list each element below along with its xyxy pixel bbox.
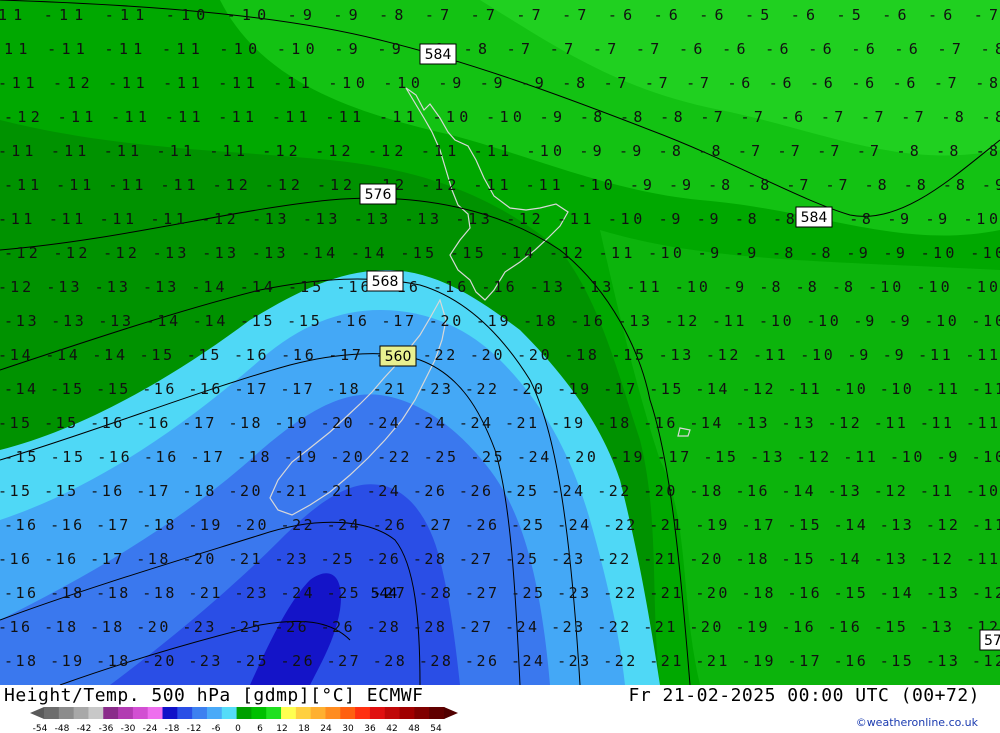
legend-swatch bbox=[118, 707, 134, 719]
valid-time: Fr 21-02-2025 00:00 UTC (00+72) bbox=[628, 685, 980, 706]
weather-map: 11 -11 -11 -10 -10 -9 -9 -8 -7 -7 -7 -7 … bbox=[0, 0, 1000, 685]
height-label-584b: 584 bbox=[795, 206, 833, 228]
credit-text: ©weatheronline.co.uk bbox=[855, 716, 978, 729]
legend-labels: -54 -48 -42 -36 -30 -24 -18 -12 -6 0 6 12 18 24 30 36 42… bbox=[33, 724, 442, 733]
legend-bar bbox=[30, 707, 458, 719]
color-legend: -54 -48 -42 -36 -30 -24 -18 -12 -6 0 6 12 18 24 30 36 42… bbox=[30, 707, 458, 733]
temperature-row: -11 -11 -11 -11 -12 -12 -12 -12 -12 -11 … bbox=[4, 176, 1000, 194]
height-label-57: 57 bbox=[979, 629, 1000, 651]
legend-label: -54 bbox=[33, 724, 48, 733]
legend-label: 24 bbox=[320, 724, 332, 733]
temperature-row: -18 -19 -18 -20 -23 -25 -26 -27 -28 -28 … bbox=[4, 652, 1000, 670]
legend-label: 0 bbox=[235, 724, 241, 733]
legend-swatch bbox=[266, 707, 282, 719]
temperature-row: -12 -11 -11 -11 -11 -11 -11 -11 -10 -10 … bbox=[4, 108, 1000, 126]
height-label-576: 576 bbox=[359, 183, 397, 205]
legend-swatch bbox=[369, 707, 386, 719]
legend-label: 54 bbox=[430, 724, 442, 733]
legend-label: -24 bbox=[143, 724, 158, 733]
legend-swatch bbox=[132, 707, 149, 719]
legend-label: -42 bbox=[77, 724, 92, 733]
height-label: 576 bbox=[365, 187, 392, 203]
legend-swatch bbox=[177, 707, 193, 719]
temperature-row: -12 -13 -13 -13 -14 -14 -15 -16 -16 -16 … bbox=[0, 278, 998, 296]
height-label: 584 bbox=[425, 47, 452, 63]
legend-arrow-left bbox=[30, 707, 44, 719]
legend-swatch bbox=[251, 707, 267, 719]
height-label: 568 bbox=[372, 274, 399, 290]
legend-label: 12 bbox=[276, 724, 287, 733]
height-label: 57 bbox=[984, 633, 1000, 649]
height-label: 544 bbox=[371, 586, 398, 602]
legend-label: -48 bbox=[55, 724, 70, 733]
footer: Height/Temp. 500 hPa [gdmp][°C] ECMWF Fr… bbox=[0, 685, 1000, 733]
legend-arrow-right bbox=[444, 707, 458, 719]
legend-swatch bbox=[429, 707, 445, 719]
legend-swatch bbox=[414, 707, 430, 719]
legend-label: -18 bbox=[165, 724, 180, 733]
legend-swatch bbox=[192, 707, 208, 719]
legend-swatch bbox=[236, 707, 252, 719]
legend-label: -6 bbox=[212, 724, 221, 733]
legend-label: 18 bbox=[298, 724, 310, 733]
height-label-544: 544 bbox=[371, 586, 398, 602]
legend-swatch bbox=[88, 707, 104, 719]
legend-swatch bbox=[58, 707, 75, 719]
map-canvas: 11 -11 -11 -10 -10 -9 -9 -8 -7 -7 -7 -7 … bbox=[0, 0, 1000, 685]
temperature-row: -14 -15 -15 -16 -16 -17 -17 -18 -21 -23 … bbox=[4, 380, 1000, 398]
map-title: Height/Temp. 500 hPa [gdmp][°C] ECMWF bbox=[4, 685, 424, 706]
legend-swatch bbox=[44, 707, 60, 719]
temperature-row: -12 -12 -12 -13 -13 -13 -14 -14 -15 -15 … bbox=[4, 244, 1000, 262]
legend-swatch bbox=[295, 707, 312, 719]
height-label: 560 bbox=[385, 349, 412, 365]
height-label-584a: 584 bbox=[419, 43, 457, 65]
legend-label: -12 bbox=[187, 724, 202, 733]
legend-swatch bbox=[221, 707, 238, 719]
legend-swatch bbox=[325, 707, 341, 719]
legend-swatch bbox=[399, 707, 415, 719]
legend-label: 36 bbox=[364, 724, 376, 733]
legend-swatch bbox=[103, 707, 119, 719]
legend-swatch bbox=[340, 707, 356, 719]
legend-label: 48 bbox=[408, 724, 420, 733]
height-label-568: 568 bbox=[366, 270, 404, 292]
legend-label: -36 bbox=[99, 724, 114, 733]
legend-label: -30 bbox=[121, 724, 136, 733]
legend-swatch bbox=[281, 707, 297, 719]
legend-swatch bbox=[310, 707, 326, 719]
legend-label: 42 bbox=[386, 724, 397, 733]
height-label-560: 560 bbox=[379, 345, 417, 367]
temperature-row: -11 -11 -11 -11 -12 -13 -13 -13 -13 -13 … bbox=[0, 210, 998, 228]
legend-swatch bbox=[73, 707, 89, 719]
legend-swatch bbox=[206, 707, 223, 719]
temperature-row: -16 -16 -17 -18 -19 -20 -22 -24 -26 -27 … bbox=[4, 516, 1000, 534]
legend-swatch bbox=[162, 707, 178, 719]
legend-label: 6 bbox=[257, 724, 263, 733]
legend-swatch bbox=[147, 707, 164, 719]
legend-label: 30 bbox=[342, 724, 354, 733]
height-label: 584 bbox=[801, 210, 828, 226]
temperature-row: -13 -13 -13 -14 -14 -15 -15 -16 -17 -20 … bbox=[4, 312, 1000, 330]
temperature-row: -16 -18 -18 -18 -21 -23 -24 -25 -27 -28 … bbox=[4, 584, 1000, 602]
legend-swatch bbox=[384, 707, 401, 719]
legend-swatch bbox=[355, 707, 371, 719]
